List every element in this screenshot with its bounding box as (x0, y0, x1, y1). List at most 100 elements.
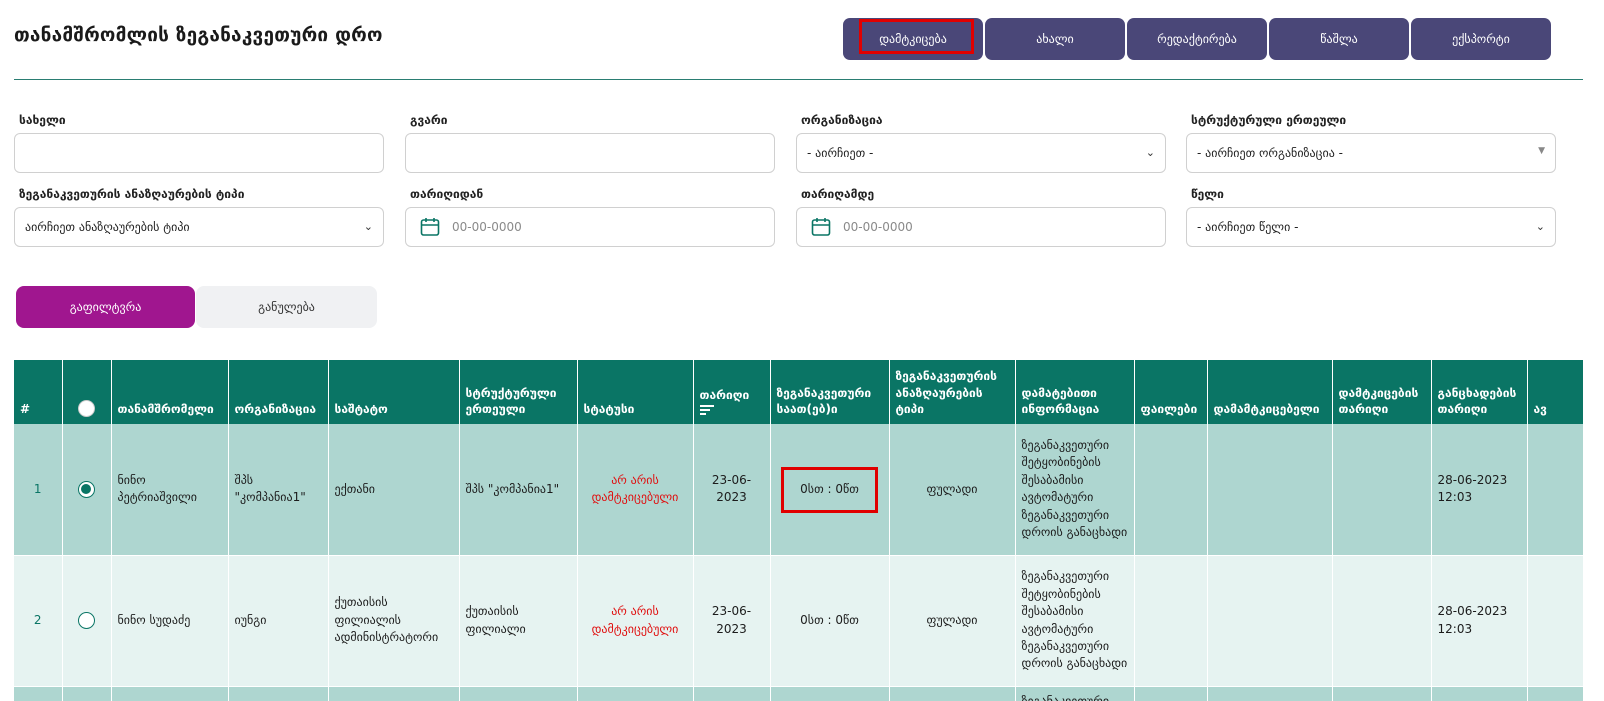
organization-cell: იუნგი (228, 555, 329, 687)
position-cell (328, 686, 460, 701)
additional-info-cell: ზეგანაკვეთური შეტყობინების შესაბამისი ავ… (1015, 555, 1135, 687)
organization-label: ორგანიზაცია (801, 113, 883, 127)
compensation-type-select[interactable]: აირჩიეთ ანაზღაურების ტიპი ⌄ (14, 207, 384, 247)
next-cell (1527, 555, 1583, 687)
additional-info-cell: ზეგანაკვეთური შეტყობინების შესაბამისი ავ… (1015, 424, 1135, 556)
approval-date-cell (1332, 686, 1432, 701)
calendar-icon (420, 218, 440, 236)
edit-button[interactable]: რედაქტირება (1127, 18, 1267, 60)
header-divider (14, 79, 1583, 80)
col-header-num: # (14, 360, 63, 424)
col-header-files[interactable]: ფაილები (1134, 360, 1208, 424)
row-select-cell[interactable] (62, 686, 112, 701)
application-date-cell: 28-06-2023 12:03 (1431, 555, 1528, 687)
approval-date-cell (1332, 424, 1432, 556)
table-row[interactable]: 1 ნინო პეტრიაშვილი შპს "კომპანია1" ექთან… (14, 424, 1583, 556)
row-select-cell[interactable] (62, 555, 112, 687)
col-header-additional-info[interactable]: დამატებითი ინფორმაცია (1015, 360, 1135, 424)
date-cell: 23-06-2023 (693, 424, 771, 556)
approver-cell (1207, 555, 1333, 687)
organization-select-value: - აირჩიეთ - (807, 146, 874, 160)
col-header-position[interactable]: საშტატო (328, 360, 460, 424)
approver-cell (1207, 424, 1333, 556)
date-cell: 23-06-2023 (693, 555, 771, 687)
compensation-type-cell: ფულადი (889, 424, 1016, 556)
col-header-approver[interactable]: დამამტკიცებელი (1207, 360, 1333, 424)
filter-button[interactable]: გაფილტვრა (16, 286, 195, 328)
overtime-hours-cell (770, 686, 890, 701)
year-select-value: - აირჩიეთ წელი - (1197, 220, 1299, 234)
col-header-date[interactable]: თარიღი (693, 360, 771, 424)
date-from-input[interactable]: 00-00-0000 (405, 207, 775, 247)
row-select-cell[interactable] (62, 424, 112, 556)
col-header-date-label: თარიღი (699, 387, 750, 402)
structural-unit-label: სტრუქტურული ერთეული (1191, 113, 1347, 127)
files-cell (1134, 686, 1208, 701)
year-label: წელი (1191, 187, 1224, 201)
last-name-input[interactable] (405, 133, 775, 173)
new-button[interactable]: ახალი (985, 18, 1125, 60)
col-header-status[interactable]: სტატუსი (577, 360, 694, 424)
overtime-table: # თანამშრომელი ორგანიზაცია საშტატო სტრუქ… (14, 360, 1583, 701)
overtime-hours-cell: 0სთ : 0წთ (770, 424, 890, 556)
status-cell: არ არის დამტკიცებული (577, 555, 694, 687)
page-title: თანამშრომლის ზეგანაკვეთური დრო (14, 24, 383, 46)
last-name-label: გვარი (410, 113, 448, 127)
dropdown-triangle-icon: ▼ (1538, 146, 1545, 156)
overtime-hours-cell: 0სთ : 0წთ (770, 555, 890, 687)
col-header-next[interactable]: ავ (1527, 360, 1583, 424)
col-header-employee[interactable]: თანამშრომელი (111, 360, 229, 424)
col-header-approval-date[interactable]: დამტკიცების თარიღი (1332, 360, 1432, 424)
approver-cell (1207, 686, 1333, 701)
table-row[interactable]: 2 ნინო სუდაძე იუნგი ქუთაისის ფილიალის ად… (14, 555, 1583, 687)
col-header-structural-unit[interactable]: სტრუქტურული ერთეული (459, 360, 578, 424)
structural-unit-cell: შპს "კომპანია1" (459, 424, 578, 556)
col-header-select (62, 360, 112, 424)
row-select-radio[interactable] (78, 611, 95, 629)
approval-date-cell (1332, 555, 1432, 687)
table-header-row: # თანამშრომელი ორგანიზაცია საშტატო სტრუქ… (14, 360, 1583, 424)
application-date-cell (1431, 686, 1528, 701)
status-cell: არ არის დამტკიცებული (577, 424, 694, 556)
compensation-type-cell: ფულადი (889, 555, 1016, 687)
date-to-placeholder: 00-00-0000 (843, 220, 913, 234)
first-name-input[interactable] (14, 133, 384, 173)
row-number: 1 (14, 424, 63, 556)
organization-select[interactable]: - აირჩიეთ - ⌄ (796, 133, 1166, 173)
structural-unit-select[interactable]: - აირჩიეთ ორგანიზაცია - ▼ (1186, 133, 1556, 173)
row-number (14, 686, 63, 701)
date-cell (693, 686, 771, 701)
structural-unit-select-value: - აირჩიეთ ორგანიზაცია - (1197, 146, 1343, 160)
employee-cell (111, 686, 229, 701)
calendar-icon (811, 218, 831, 236)
chevron-down-icon: ⌄ (363, 220, 373, 233)
compensation-type-cell (889, 686, 1016, 701)
date-from-label: თარიღიდან (410, 187, 484, 201)
files-cell (1134, 555, 1208, 687)
position-cell: ქუთაისის ფილიალის ადმინისტრატორი (328, 555, 460, 687)
structural-unit-cell: ქუთაისის ფილიალი (459, 555, 578, 687)
export-button[interactable]: ექსპორტი (1411, 18, 1551, 60)
status-cell (577, 686, 694, 701)
application-date-cell: 28-06-2023 12:03 (1431, 424, 1528, 556)
select-all-radio[interactable] (78, 400, 95, 417)
chevron-down-icon: ⌄ (1145, 146, 1155, 159)
chevron-down-icon: ⌄ (1535, 220, 1545, 233)
col-header-application-date[interactable]: განცხადების თარიღი (1431, 360, 1528, 424)
organization-cell: შპს "კომპანია1" (228, 424, 329, 556)
row-number: 2 (14, 555, 63, 687)
clear-button[interactable]: განულება (196, 286, 377, 328)
row-select-radio[interactable] (78, 480, 95, 498)
col-header-compensation-type[interactable]: ზეგანაკვეთურის ანაზღაურების ტიპი (889, 360, 1016, 424)
approve-button[interactable]: დამტკიცება (843, 18, 983, 60)
next-cell (1527, 424, 1583, 556)
col-header-overtime-hours[interactable]: ზეგანაკვეთური საათ(ებ)ი (770, 360, 890, 424)
date-to-input[interactable]: 00-00-0000 (796, 207, 1166, 247)
col-header-organization[interactable]: ორგანიზაცია (228, 360, 329, 424)
table-row[interactable]: ზეგანაკვეთური (14, 686, 1583, 701)
next-cell (1527, 686, 1583, 701)
delete-button[interactable]: წაშლა (1269, 18, 1409, 60)
sort-icon[interactable] (699, 405, 714, 415)
year-select[interactable]: - აირჩიეთ წელი - ⌄ (1186, 207, 1556, 247)
employee-cell: ნინო სუდაძე (111, 555, 229, 687)
